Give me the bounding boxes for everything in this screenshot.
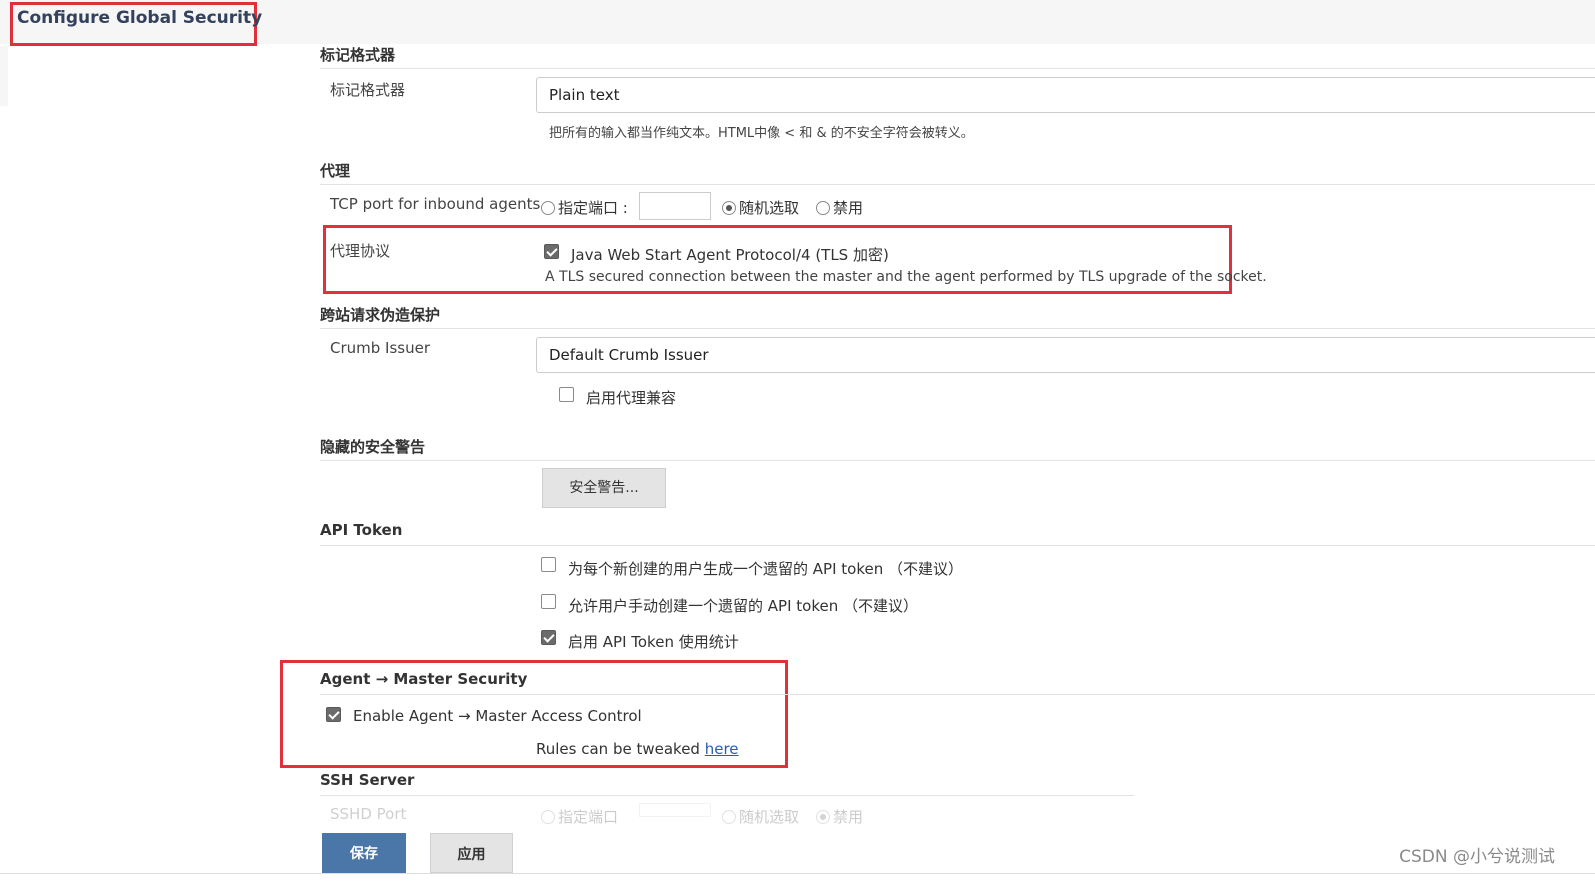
- ssh-radio-random-label: 随机选取: [739, 808, 800, 826]
- radio-icon: [541, 810, 555, 824]
- radio-icon: [541, 201, 555, 215]
- legacy-token-new-users-checkbox[interactable]: [541, 557, 556, 572]
- radio-icon: [816, 201, 830, 215]
- proxy-compat-checkbox[interactable]: [559, 387, 574, 402]
- radio-random-port[interactable]: 随机选取: [722, 197, 799, 218]
- section-api-token: API Token: [320, 521, 403, 539]
- radio-random-port-label: 随机选取: [739, 199, 800, 217]
- divider: [320, 328, 1595, 329]
- legacy-token-manual-label: 允许用户手动创建一个遗留的 API token （不建议）: [568, 597, 918, 615]
- radio-selected-icon: [722, 201, 736, 215]
- protocol-checkbox[interactable]: [544, 244, 559, 259]
- markup-formatter-label: 标记格式器: [330, 81, 406, 99]
- watermark: CSDN @小兮说测试: [1399, 847, 1555, 867]
- save-button[interactable]: 保存: [322, 833, 406, 873]
- title-highlight: Configure Global Security: [10, 2, 263, 46]
- proxy-compat-label: 启用代理兼容: [586, 389, 677, 407]
- page-title: Configure Global Security: [17, 8, 263, 28]
- sshd-port-label: SSHD Port: [330, 805, 407, 823]
- agent-master-checkbox[interactable]: [326, 707, 341, 722]
- agent-master-label: Enable Agent → Master Access Control: [353, 707, 642, 725]
- crumb-issuer-label: Crumb Issuer: [330, 339, 431, 357]
- markup-formatter-select[interactable]: Plain text: [536, 77, 1595, 113]
- radio-fixed-port-label: 指定端口 :: [558, 199, 628, 217]
- protocol-name: Java Web Start Agent Protocol/4 (TLS 加密): [571, 246, 889, 264]
- legacy-token-manual-checkbox[interactable]: [541, 594, 556, 609]
- ssh-port-input[interactable]: [639, 803, 711, 817]
- section-hidden-warnings: 隐藏的安全警告: [320, 438, 426, 456]
- tcp-port-label: TCP port for inbound agents: [330, 195, 541, 213]
- radio-disable-port[interactable]: 禁用: [816, 197, 863, 218]
- rules-text: Rules can be tweaked here: [536, 740, 739, 758]
- ssh-radio-random[interactable]: 随机选取: [722, 806, 799, 827]
- crumb-issuer-select[interactable]: Default Crumb Issuer: [536, 337, 1595, 373]
- divider: [320, 68, 1595, 69]
- protocol-description: A TLS secured connection between the mas…: [545, 269, 1267, 285]
- token-usage-stats-checkbox[interactable]: [541, 630, 556, 645]
- section-agent-master: Agent → Master Security: [320, 670, 528, 688]
- side-panel: [0, 46, 8, 106]
- radio-fixed-port[interactable]: 指定端口 :: [541, 197, 628, 218]
- legacy-token-new-users-label: 为每个新创建的用户生成一个遗留的 API token （不建议）: [568, 560, 963, 578]
- divider: [320, 545, 1595, 546]
- ssh-radio-disable-label: 禁用: [833, 808, 864, 826]
- section-markup-formatter: 标记格式器: [320, 46, 396, 64]
- ssh-radio-disable[interactable]: 禁用: [816, 806, 863, 827]
- crumb-issuer-value: Default Crumb Issuer: [549, 346, 709, 364]
- divider: [320, 460, 1595, 461]
- markup-formatter-value: Plain text: [549, 86, 620, 104]
- radio-disable-port-label: 禁用: [833, 199, 864, 217]
- radio-selected-icon: [816, 810, 830, 824]
- tcp-port-input[interactable]: [639, 192, 711, 220]
- rules-text-prefix: Rules can be tweaked: [536, 740, 705, 758]
- divider: [320, 184, 1595, 185]
- ssh-radio-fixed[interactable]: 指定端口: [541, 806, 618, 827]
- section-ssh-server: SSH Server: [320, 771, 415, 789]
- agent-protocols-label: 代理协议: [330, 242, 391, 260]
- radio-icon: [722, 810, 736, 824]
- rules-link[interactable]: here: [705, 740, 739, 758]
- ssh-radio-fixed-label: 指定端口: [558, 808, 619, 826]
- bottom-divider: [0, 873, 1595, 874]
- token-usage-stats-label: 启用 API Token 使用统计: [568, 633, 739, 651]
- security-warnings-button[interactable]: 安全警告...: [542, 468, 666, 508]
- apply-button[interactable]: 应用: [430, 833, 513, 873]
- markup-formatter-help: 把所有的输入都当作纯文本。HTML中像 < 和 & 的不安全字符会被转义。: [549, 126, 974, 141]
- divider: [320, 795, 1134, 796]
- divider: [320, 694, 1595, 695]
- section-csrf: 跨站请求伪造保护: [320, 306, 441, 324]
- section-agents: 代理: [320, 162, 351, 180]
